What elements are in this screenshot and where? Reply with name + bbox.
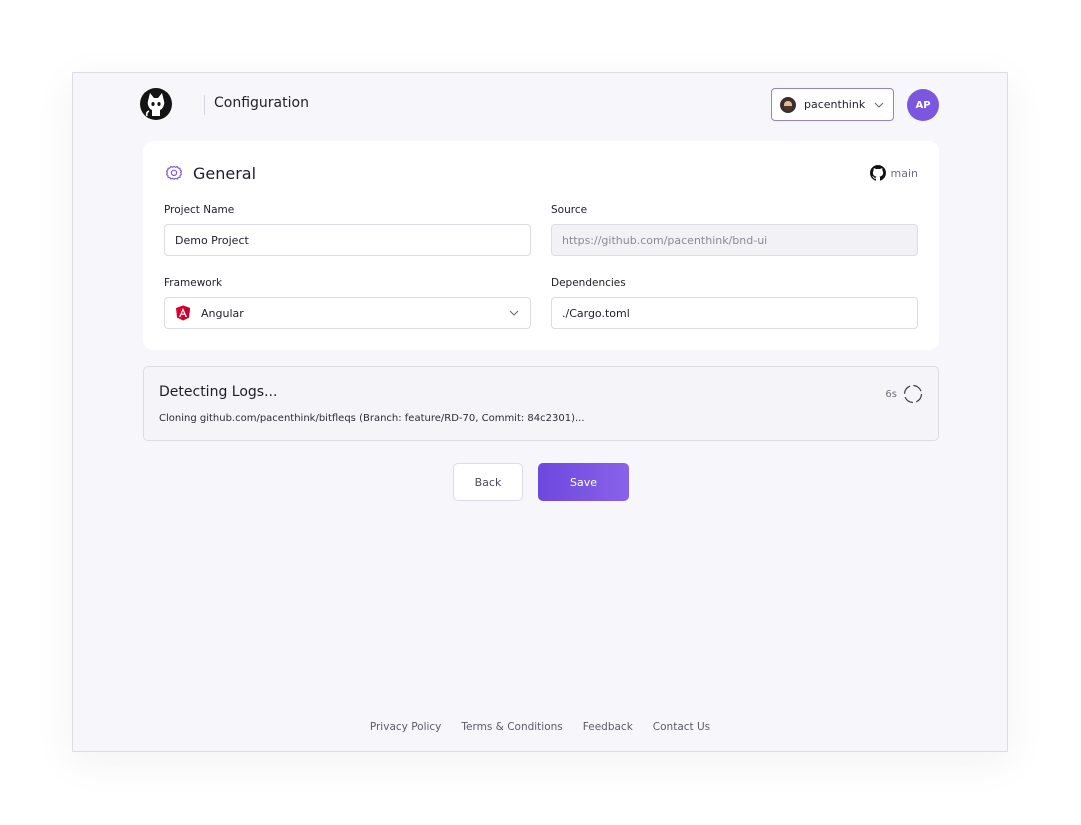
project-name-input[interactable]: Demo Project: [164, 224, 531, 256]
log-line: Cloning github.com/pacenthink/bitfleqs (…: [159, 413, 585, 424]
source-input[interactable]: https://github.com/pacenthink/bnd-ui: [551, 224, 918, 256]
footer-link-contact[interactable]: Contact Us: [653, 721, 710, 733]
page-title: Configuration: [214, 95, 309, 111]
angular-icon: [176, 305, 190, 321]
gear-icon: [166, 165, 182, 180]
footer-link-privacy[interactable]: Privacy Policy: [370, 721, 442, 733]
branch-indicator: main: [869, 165, 918, 181]
framework-select[interactable]: Angular: [164, 297, 531, 329]
general-card: General main Project Name Demo Project S…: [143, 141, 939, 350]
app-window: Configuration pacenthink AP General main…: [72, 72, 1008, 752]
project-select[interactable]: pacenthink: [771, 88, 894, 121]
project-select-value: pacenthink: [804, 98, 866, 111]
footer-link-terms[interactable]: Terms & Conditions: [461, 721, 562, 733]
chevron-down-icon: [509, 310, 519, 316]
github-logo-icon[interactable]: [139, 87, 173, 121]
dependencies-label: Dependencies: [551, 277, 626, 289]
framework-label: Framework: [164, 277, 223, 289]
logs-timer: 6s: [885, 384, 923, 404]
footer-link-feedback[interactable]: Feedback: [583, 721, 633, 733]
chevron-down-icon: [874, 102, 884, 108]
source-value: https://github.com/pacenthink/bnd-ui: [562, 233, 768, 247]
elapsed-time: 6s: [885, 388, 897, 400]
dependencies-input[interactable]: ./Cargo.toml: [551, 297, 918, 329]
footer: Privacy Policy Terms & Conditions Feedba…: [73, 721, 1007, 733]
top-bar: Configuration pacenthink AP: [73, 73, 1007, 137]
framework-value: Angular: [201, 306, 244, 320]
github-icon: [869, 165, 886, 181]
source-label: Source: [551, 204, 588, 216]
logs-card: Detecting Logs... 6s Cloning github.com/…: [143, 366, 939, 441]
section-title: General: [193, 163, 257, 183]
spinner-icon: [903, 384, 923, 404]
back-button[interactable]: Back: [453, 463, 523, 501]
header-divider: [204, 95, 205, 115]
avatar[interactable]: AP: [907, 89, 939, 121]
logs-title: Detecting Logs...: [159, 384, 278, 400]
project-name-value: Demo Project: [175, 233, 249, 247]
dependencies-value: ./Cargo.toml: [562, 306, 630, 320]
branch-label: main: [890, 166, 918, 180]
save-button[interactable]: Save: [538, 463, 629, 501]
project-name-label: Project Name: [164, 204, 235, 216]
user-avatar-icon: [780, 96, 796, 113]
general-header: General: [164, 163, 256, 183]
